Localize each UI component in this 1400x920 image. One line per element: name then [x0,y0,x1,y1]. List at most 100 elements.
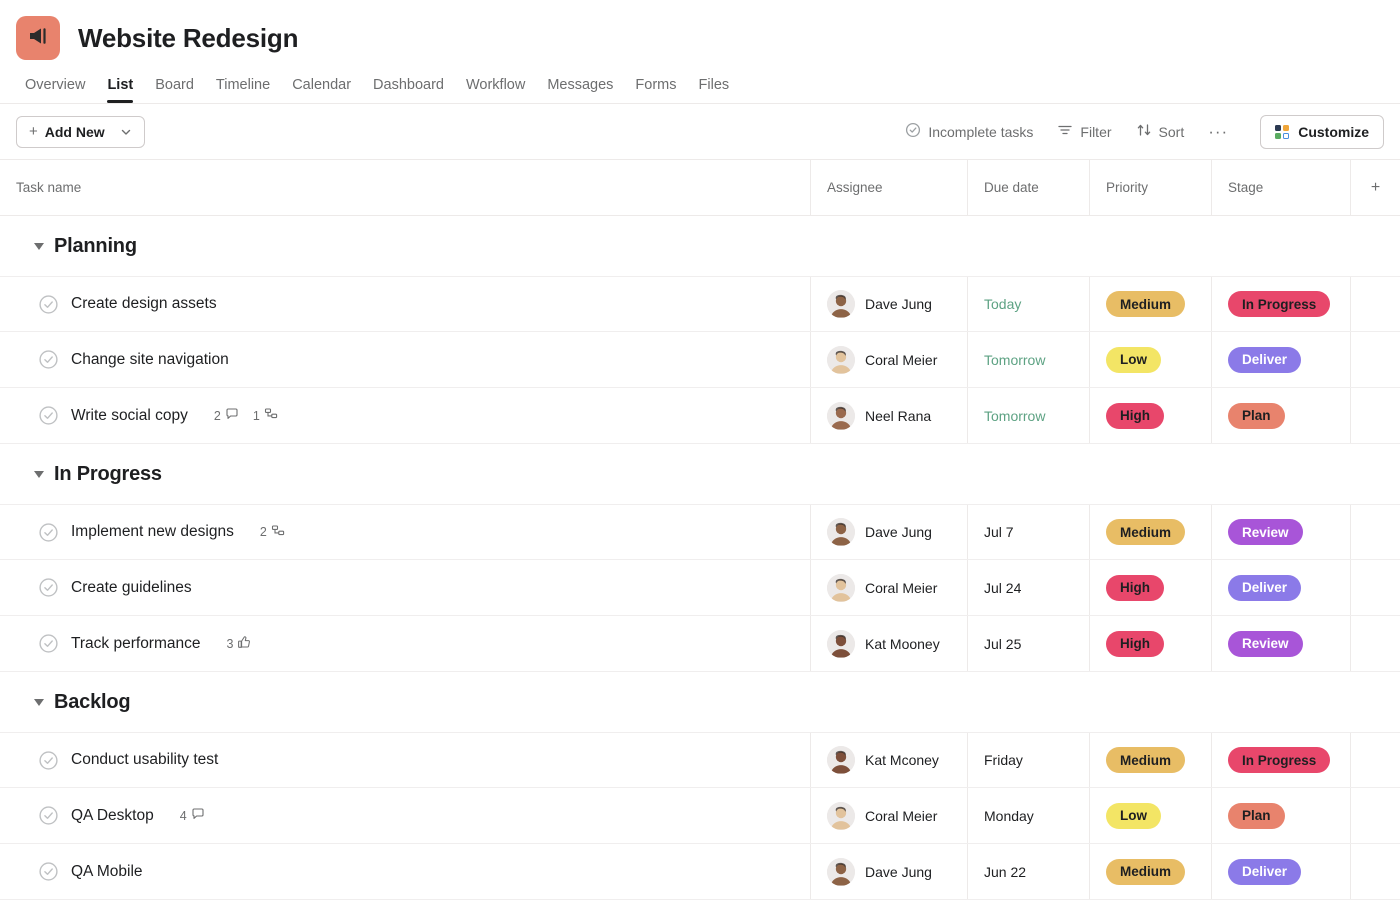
stage-cell[interactable]: Deliver [1211,560,1350,615]
tab-forms[interactable]: Forms [624,77,687,103]
complete-task-checkbox[interactable] [38,405,59,426]
stage-badge[interactable]: Plan [1228,803,1285,829]
priority-badge[interactable]: Medium [1106,747,1185,773]
table-row[interactable]: Create guidelinesCoral MeierJul 24HighDe… [0,560,1400,616]
table-row[interactable]: Implement new designs2Dave JungJul 7 Medi… [0,504,1400,560]
due-date-cell[interactable]: Tomorrow [967,332,1089,387]
due-date-cell[interactable]: Monday [967,788,1089,843]
complete-task-checkbox[interactable] [38,750,59,771]
table-row[interactable]: Write social copy21Neel RanaTomorrowHigh… [0,388,1400,444]
stage-badge[interactable]: Deliver [1228,347,1301,373]
task-meta-comment[interactable]: 4 [180,807,205,824]
table-row[interactable]: Conduct usability testKat MconeyFriday Me… [0,732,1400,788]
column-header-stage[interactable]: Stage [1211,160,1350,215]
assignee-cell[interactable]: Neel Rana [810,388,967,443]
priority-cell[interactable]: Medium [1089,844,1211,899]
task-name-cell[interactable]: QA Mobile [0,844,810,899]
table-row[interactable]: QA Desktop4Coral MeierMonday Low Plan [0,788,1400,844]
section-header-backlog[interactable]: Backlog [0,672,1400,732]
assignee-cell[interactable]: Dave Jung [810,844,967,899]
section-header-planning[interactable]: Planning [0,216,1400,276]
stage-badge[interactable]: Review [1228,519,1303,545]
filter-button[interactable]: Filter [1047,116,1121,148]
priority-cell[interactable]: Low [1089,788,1211,843]
customize-button[interactable]: Customize [1260,115,1384,149]
assignee-cell[interactable]: Dave Jung [810,277,967,331]
stage-cell[interactable]: Review [1211,505,1350,559]
due-date-cell[interactable]: Jul 24 [967,560,1089,615]
task-meta-subtask[interactable]: 2 [260,524,285,541]
priority-cell[interactable]: Low [1089,332,1211,387]
task-name-cell[interactable]: Implement new designs2 [0,505,810,559]
due-date-cell[interactable]: Jul 7 [967,505,1089,559]
tab-overview[interactable]: Overview [14,77,96,103]
complete-task-checkbox[interactable] [38,349,59,370]
task-name-cell[interactable]: Change site navigation [0,332,810,387]
stage-cell[interactable]: Plan [1211,388,1350,443]
tab-calendar[interactable]: Calendar [281,77,362,103]
more-options-button[interactable]: ··· [1198,122,1238,142]
column-header-due-date[interactable]: Due date [967,160,1089,215]
assignee-cell[interactable]: Kat Mconey [810,733,967,787]
task-name-cell[interactable]: Conduct usability test [0,733,810,787]
task-name-cell[interactable]: Track performance3 [0,616,810,671]
stage-cell[interactable]: Review [1211,616,1350,671]
column-header-priority[interactable]: Priority [1089,160,1211,215]
complete-task-checkbox[interactable] [38,861,59,882]
priority-badge[interactable]: High [1106,575,1164,601]
assignee-cell[interactable]: Dave Jung [810,505,967,559]
table-row[interactable]: Track performance3Kat MooneyJul 25HighRe… [0,616,1400,672]
table-row[interactable]: Change site navigationCoral MeierTomorro… [0,332,1400,388]
stage-cell[interactable]: Deliver [1211,332,1350,387]
priority-badge[interactable]: Medium [1106,859,1185,885]
priority-badge[interactable]: Medium [1106,291,1185,317]
assignee-cell[interactable]: Coral Meier [810,560,967,615]
priority-badge[interactable]: Low [1106,803,1161,829]
stage-cell[interactable]: In Progress [1211,277,1350,331]
stage-badge[interactable]: Plan [1228,403,1285,429]
tab-workflow[interactable]: Workflow [455,77,536,103]
table-row[interactable]: QA MobileDave JungJun 22 Medium Deliver [0,844,1400,900]
priority-cell[interactable]: High [1089,616,1211,671]
due-date-cell[interactable]: Friday [967,733,1089,787]
stage-badge[interactable]: In Progress [1228,291,1330,317]
due-date-cell[interactable]: Tomorrow [967,388,1089,443]
add-new-button[interactable]: + Add New [16,116,145,148]
column-header-assignee[interactable]: Assignee [810,160,967,215]
task-name-cell[interactable]: Write social copy21 [0,388,810,443]
priority-cell[interactable]: Medium [1089,505,1211,559]
stage-cell[interactable]: In Progress [1211,733,1350,787]
task-name-cell[interactable]: Create design assets [0,277,810,331]
complete-task-checkbox[interactable] [38,633,59,654]
task-name-cell[interactable]: QA Desktop4 [0,788,810,843]
task-meta-subtask[interactable]: 1 [253,407,278,424]
tab-timeline[interactable]: Timeline [205,77,281,103]
assignee-cell[interactable]: Coral Meier [810,788,967,843]
complete-task-checkbox[interactable] [38,522,59,543]
stage-badge[interactable]: Deliver [1228,859,1301,885]
priority-badge[interactable]: Low [1106,347,1161,373]
due-date-cell[interactable]: Jul 25 [967,616,1089,671]
priority-cell[interactable]: Medium [1089,277,1211,331]
tab-files[interactable]: Files [688,77,741,103]
tab-messages[interactable]: Messages [536,77,624,103]
stage-badge[interactable]: Deliver [1228,575,1301,601]
priority-cell[interactable]: Medium [1089,733,1211,787]
due-date-cell[interactable]: Jun 22 [967,844,1089,899]
complete-task-checkbox[interactable] [38,805,59,826]
priority-badge[interactable]: Medium [1106,519,1185,545]
stage-badge[interactable]: Review [1228,631,1303,657]
section-header-in-progress[interactable]: In Progress [0,444,1400,504]
incomplete-tasks-filter[interactable]: Incomplete tasks [895,116,1043,148]
tab-dashboard[interactable]: Dashboard [362,77,455,103]
priority-badge[interactable]: High [1106,631,1164,657]
priority-cell[interactable]: High [1089,388,1211,443]
assignee-cell[interactable]: Coral Meier [810,332,967,387]
add-column-button[interactable]: + [1350,160,1400,215]
stage-cell[interactable]: Deliver [1211,844,1350,899]
sort-button[interactable]: Sort [1126,116,1195,148]
task-meta-comment[interactable]: 2 [214,407,239,424]
stage-cell[interactable]: Plan [1211,788,1350,843]
task-meta-thumbs-up[interactable]: 3 [227,635,252,652]
tab-list[interactable]: List [96,77,144,103]
